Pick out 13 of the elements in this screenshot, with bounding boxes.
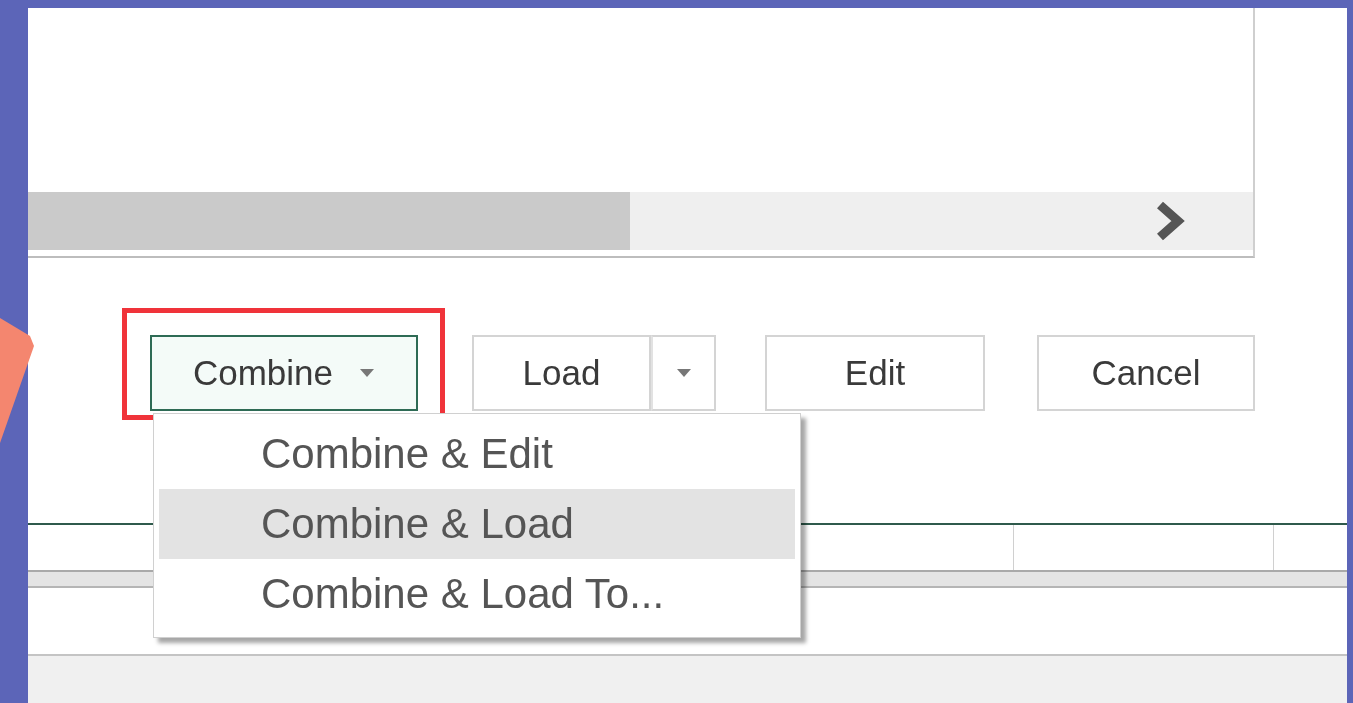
dialog-button[interactable]: Edit bbox=[765, 335, 985, 411]
horizontal-scrollbar[interactable] bbox=[28, 192, 1253, 250]
caret-icon bbox=[675, 368, 692, 378]
menu-item[interactable]: Combine & Edit bbox=[159, 419, 795, 489]
load-button[interactable]: Load bbox=[472, 335, 651, 411]
menu-item[interactable]: Combine & Load bbox=[159, 489, 795, 559]
combine-dropdown-button[interactable]: Combine bbox=[150, 335, 418, 411]
dialog-button[interactable]: Cancel bbox=[1037, 335, 1255, 411]
menu-item[interactable]: Combine & Load To... bbox=[159, 559, 795, 629]
caret-icon bbox=[359, 368, 376, 378]
load-options-button[interactable] bbox=[651, 335, 716, 411]
pointer-arrow-icon bbox=[0, 318, 34, 443]
scrollbar-thumb[interactable] bbox=[28, 192, 630, 250]
